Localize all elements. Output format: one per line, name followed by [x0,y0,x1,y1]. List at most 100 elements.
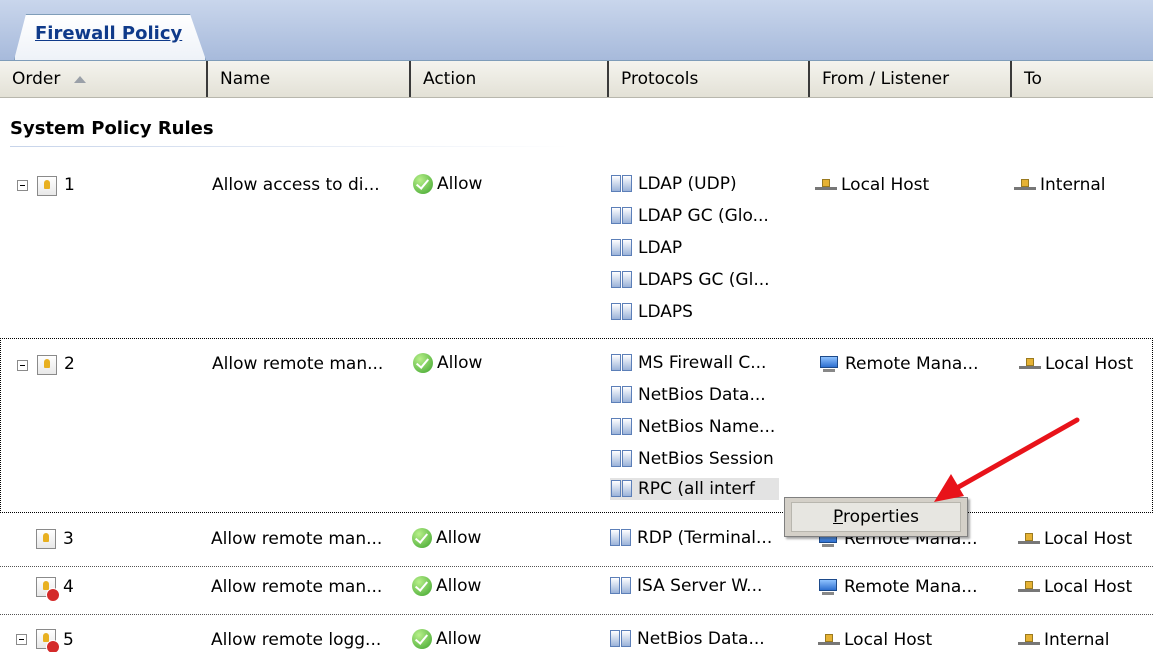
section-title: System Policy Rules [10,118,214,139]
protocol-item: RDP (Terminal... [609,527,772,549]
allow-check-icon [413,353,433,373]
network-icon [815,178,837,192]
context-menu-item-properties[interactable]: Properties [791,502,961,532]
rule-to: Local Host [1018,529,1132,549]
table-row[interactable]: 5 Allow remote logg... Allow NetBios Dat… [0,618,1153,652]
protocol-item: LDAP (UDP) [610,173,737,195]
protocol-icon [610,448,634,470]
protocol-item: NetBios Name... [610,416,775,438]
network-icon [1014,178,1036,192]
collapse-icon[interactable] [17,180,28,191]
column-header-label: Protocols [621,69,699,89]
rule-action: Allow [412,629,481,649]
rule-order: 4 [63,577,74,597]
rule-order: 1 [64,175,75,195]
column-header-label: Name [220,69,271,89]
rule-name: Allow remote man... [211,529,383,549]
rule-to: Internal [1014,175,1106,195]
table-row[interactable]: 3 Allow remote man... Allow RDP (Termina… [0,520,1153,564]
rule-icon [36,529,56,549]
protocol-item: LDAP GC (Glo... [610,205,769,227]
tab-firewall-policy[interactable]: Firewall Policy [14,14,206,60]
protocol-icon [609,628,633,650]
rule-order: 2 [64,354,75,374]
collapse-icon[interactable] [16,634,27,645]
column-header-bar: Order Name Action Protocols From / Liste… [0,61,1153,98]
tab-strip: Firewall Policy [0,0,1153,61]
table-row-selected[interactable]: 2 Allow remote man... Allow MS Firewall … [0,338,1153,513]
protocol-item: LDAP [610,237,682,259]
protocol-icon [610,301,634,323]
table-row[interactable]: 1 Allow access to di... Allow LDAP (UDP)… [0,160,1153,338]
rule-action: Allow [412,576,481,596]
network-icon [1018,633,1040,647]
rule-name: Allow access to di... [212,175,380,195]
section-divider [10,146,570,147]
rule-deny-icon [36,577,60,602]
row-separator [0,614,1153,615]
protocol-icon [610,384,634,406]
column-header-label: Action [423,69,477,89]
rule-from: Local Host [818,630,932,650]
rule-to: Local Host [1018,577,1132,597]
protocol-icon [610,416,634,438]
row-separator [0,566,1153,567]
tab-label: Firewall Policy [35,23,183,44]
protocol-icon [610,205,634,227]
protocol-icon [609,575,633,597]
protocol-icon [610,269,634,291]
column-header-label: From / Listener [822,69,950,89]
remote-management-icon [819,355,841,373]
network-icon [818,633,840,647]
rule-from: Local Host [815,175,929,195]
table-row[interactable]: 4 Allow remote man... Allow ISA Server W… [0,568,1153,610]
protocol-item: ISA Server W... [609,575,762,597]
column-header-action[interactable]: Action [411,61,609,97]
rule-name: Allow remote man... [212,354,384,374]
protocol-item: NetBios Data... [609,628,765,650]
column-header-to[interactable]: To [1012,61,1153,97]
rule-action: Allow [413,174,482,194]
protocol-item-selected[interactable]: RPC (all interf [610,478,779,500]
rule-to: Internal [1018,630,1110,650]
rule-name: Allow remote man... [211,577,383,597]
rule-order: 5 [63,630,74,650]
rule-from: Remote Mana... [818,577,978,597]
rule-icon [37,355,57,375]
protocol-item: NetBios Data... [610,384,766,406]
network-icon [1018,532,1040,546]
protocol-item: LDAPS GC (Gl... [610,269,770,291]
column-header-label: To [1024,69,1042,89]
rule-action: Allow [412,528,481,548]
protocol-item: NetBios Session [610,448,774,470]
context-menu: Properties [784,497,968,537]
rule-from: Remote Mana... [819,354,979,374]
remote-management-icon [818,578,840,596]
protocol-icon [610,478,634,500]
network-icon [1019,357,1041,371]
column-header-name[interactable]: Name [208,61,411,97]
rule-deny-icon [36,629,60,652]
protocol-icon [609,527,633,549]
sort-ascending-icon [74,75,87,83]
allow-check-icon [413,174,433,194]
protocol-icon [610,352,634,374]
allow-check-icon [412,528,432,548]
rule-icon [37,176,57,196]
column-header-order[interactable]: Order [0,61,208,97]
allow-check-icon [412,629,432,649]
protocol-icon [610,237,634,259]
protocol-item: LDAPS [610,301,693,323]
collapse-icon[interactable] [17,360,28,371]
column-header-protocols[interactable]: Protocols [609,61,810,97]
rule-order: 3 [63,529,74,549]
protocol-icon [610,173,634,195]
rule-name: Allow remote logg... [211,630,382,650]
column-header-label: Order [12,69,61,89]
protocol-item: MS Firewall C... [610,352,766,374]
allow-check-icon [412,576,432,596]
network-icon [1018,580,1040,594]
rule-to: Local Host [1019,354,1133,374]
rule-action: Allow [413,353,482,373]
column-header-from-listener[interactable]: From / Listener [810,61,1012,97]
